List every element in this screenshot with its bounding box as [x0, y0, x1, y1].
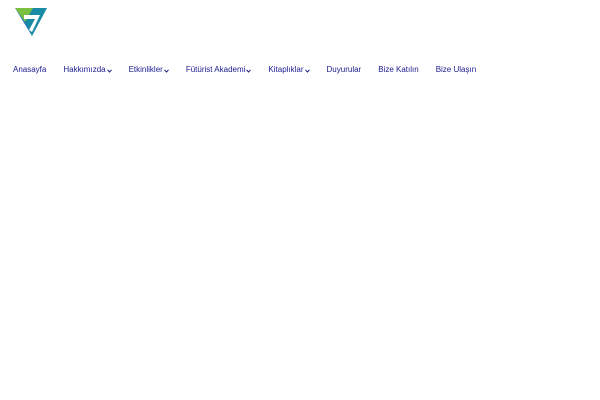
nav-item-anasayfa[interactable]: Anasayfa [13, 61, 46, 79]
nav-item-label: Bize Katılın [378, 65, 419, 74]
nav-item-kitapliklar[interactable]: Kitaplıklar [268, 61, 310, 79]
nav-item-hakkimizda[interactable]: Hakkımızda [63, 61, 112, 79]
chevron-down-icon [304, 68, 310, 73]
nav-item-label: Fütürist Akademi [185, 65, 246, 74]
chevron-down-icon [246, 68, 252, 73]
nav-item-label: Etkinlikler [128, 65, 163, 74]
nav-item-duyurular[interactable]: Duyurular [327, 61, 362, 79]
nav-item-label: Kitaplıklar [268, 65, 304, 74]
nav-item-label: Hakkımızda [63, 65, 106, 74]
nav-item-futurist-akademi[interactable]: Fütürist Akademi [186, 61, 252, 79]
nav-item-bize-katilin[interactable]: Bize Katılın [378, 61, 418, 79]
stylized-seven-triangle-logo-icon [15, 8, 47, 36]
nav-item-label: Duyurular [326, 65, 362, 74]
chevron-down-icon [106, 68, 112, 73]
site-logo[interactable] [15, 8, 47, 36]
main-navigation: Anasayfa Hakkımızda Etkinlikler Fütürist… [13, 61, 476, 79]
nav-item-label: Bize Ulaşın [435, 65, 477, 74]
chevron-down-icon [163, 68, 169, 73]
nav-item-label: Anasayfa [13, 65, 47, 74]
nav-item-bize-ulasin[interactable]: Bize Ulaşın [436, 61, 476, 79]
page: Anasayfa Hakkımızda Etkinlikler Fütürist… [0, 0, 600, 400]
nav-item-etkinlikler[interactable]: Etkinlikler [129, 61, 169, 79]
